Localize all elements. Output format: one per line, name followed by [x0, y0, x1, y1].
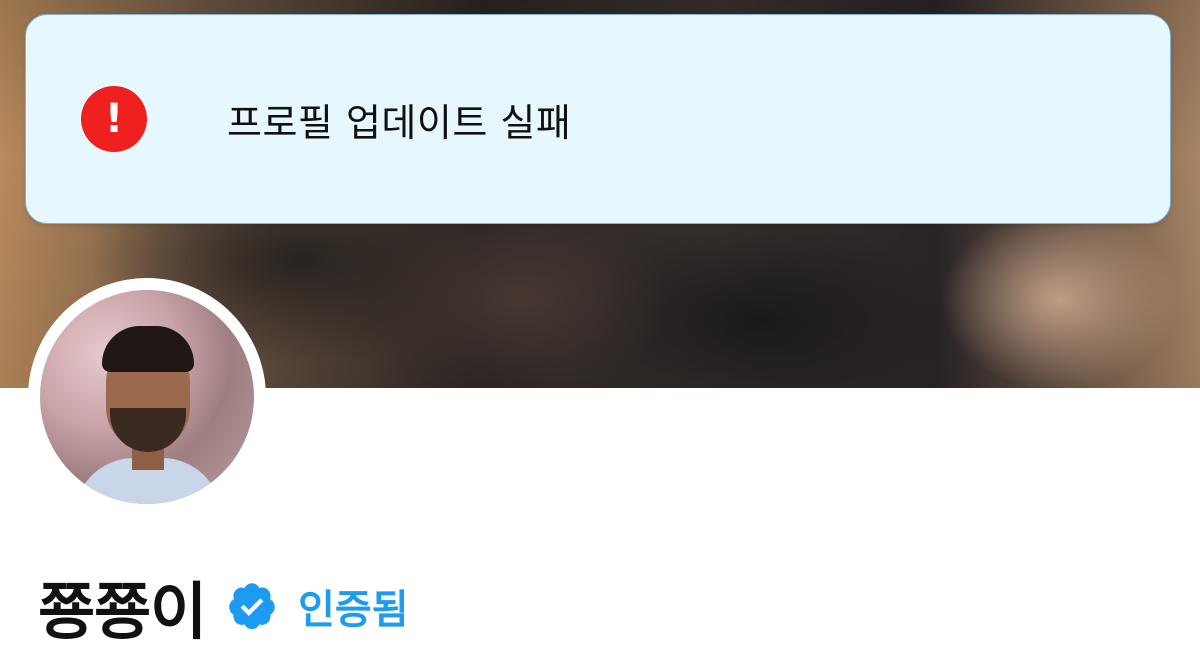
profile-avatar[interactable]: [28, 278, 266, 516]
display-name: 쭁쭁이: [38, 575, 207, 648]
avatar-beard: [110, 408, 186, 452]
avatar-hair: [102, 326, 194, 372]
error-toast: ! 프로필 업데이트 실패: [25, 14, 1171, 224]
toast-message: 프로필 업데이트 실패: [227, 100, 572, 145]
verified-badge-icon[interactable]: [226, 580, 278, 632]
error-exclamation-icon: !: [81, 86, 147, 152]
verified-label: 인증됨: [298, 587, 409, 633]
avatar-photo: [40, 290, 254, 504]
profile-name-row: 쭁쭁이 인증됨: [38, 566, 409, 648]
